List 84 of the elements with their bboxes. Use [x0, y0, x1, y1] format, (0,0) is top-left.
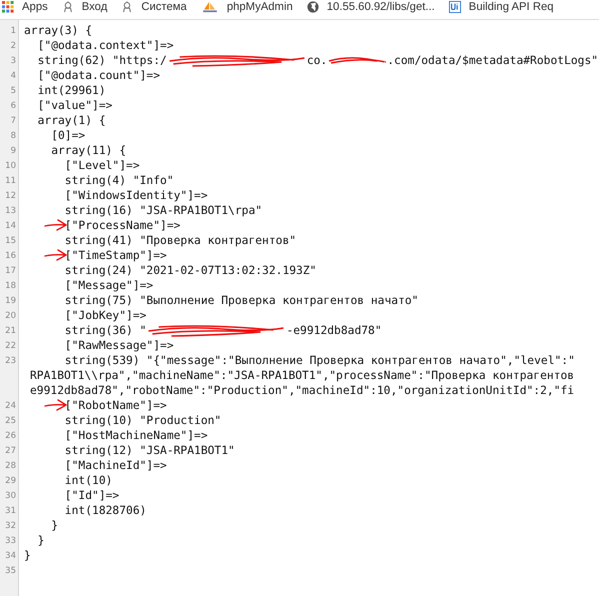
- line-number: 15: [4, 236, 17, 246]
- line-number: 4: [10, 70, 17, 80]
- code-line: ["@odata.count"]=>: [36, 68, 160, 83]
- line-number: 5: [10, 86, 17, 96]
- line-number: 27: [4, 446, 17, 456]
- code-line: string(75) "Выполнение Проверка контрагентов начато": [64, 293, 418, 308]
- line-number: 35: [4, 566, 17, 576]
- line-number: 2: [10, 40, 17, 50]
- bookmark-link[interactable]: Вход: [62, 0, 108, 14]
- code-line: string(24) "2021-02-07T13:02:32.193Z": [64, 263, 316, 278]
- code-line: [0]=>: [50, 128, 86, 143]
- line-number: 25: [4, 416, 17, 426]
- code-line: ["Level"]=>: [64, 158, 140, 173]
- code-line: ["Message"]=>: [64, 278, 154, 293]
- code-line: int(1828706): [64, 503, 146, 518]
- line-number: 32: [4, 520, 17, 530]
- code-line: string(539) "{"message":"Выполнение Проверка контрагентов начато","level":": [64, 353, 575, 368]
- code-line: ["HostMachineName"]=>: [64, 428, 208, 443]
- line-number: 16: [4, 250, 17, 260]
- robot-icon: [62, 1, 74, 13]
- line-number: 13: [4, 206, 17, 216]
- line-number: 23: [4, 356, 17, 366]
- line-number: 20: [4, 310, 17, 320]
- line-number: 28: [4, 460, 17, 470]
- code-line: }: [36, 533, 44, 548]
- code-line: int(10): [64, 473, 112, 488]
- line-number: 19: [4, 296, 17, 306]
- code-line: ["TimeStamp"]=>: [64, 248, 167, 263]
- line-number: 7: [10, 116, 17, 126]
- bookmark-link[interactable]: Building API Req: [448, 0, 554, 14]
- code-line: ["WindowsIdentity"]=>: [64, 188, 208, 203]
- line-number: 34: [4, 550, 17, 560]
- code-line: ["ProcessName"]=>: [64, 218, 180, 233]
- code-text: .com/odata/$metadata#RobotLogs": [387, 53, 598, 68]
- line-number: 31: [4, 506, 17, 516]
- code-line: ["JobKey"]=>: [64, 308, 146, 323]
- code-text: string(36) ": [64, 323, 146, 338]
- bookmark-link[interactable]: Система: [121, 0, 187, 14]
- code-line: array(1) {: [36, 113, 106, 128]
- code-line: ["MachineId"]=>: [64, 458, 167, 473]
- line-number: 29: [4, 476, 17, 486]
- code-line: ["RobotName"]=>: [64, 398, 167, 413]
- code-line: e9912db8ad78","robotName":"Production","machineId":10,"organizationUnitId":2,"fi: [30, 383, 574, 398]
- apps-grid-icon: [2, 1, 14, 13]
- code-line: RPA1BOT1\\rpa","machineName":"JSA-RPA1BOT1","processName":"Проверка контрагентов: [30, 368, 574, 383]
- code-line: array(3) {: [24, 23, 92, 38]
- bookmark-link[interactable]: phpMyAdmin: [200, 0, 293, 14]
- line-number: 10: [4, 160, 17, 170]
- code-line: string(10) "Production": [64, 413, 222, 428]
- code-line: ["@odata.context"]=>: [36, 38, 174, 53]
- code-line: string(4) "Info": [64, 173, 174, 188]
- code-line: ["value"]=>: [36, 98, 112, 113]
- code-line: ["Id"]=>: [64, 488, 120, 503]
- line-number: 14: [4, 220, 17, 230]
- line-number: 1: [10, 26, 17, 36]
- code-line: }: [24, 548, 31, 563]
- line-number: 8: [10, 130, 17, 140]
- line-number: 21: [4, 326, 17, 336]
- code-line: string(16) "JSA-RPA1BOT1\rpa": [64, 203, 262, 218]
- code-line: array(11) {: [50, 143, 126, 158]
- line-number: 33: [4, 536, 17, 546]
- code-line: int(29961): [36, 83, 106, 98]
- bookmark-link[interactable]: 10.55.60.92/libs/get...: [306, 0, 435, 14]
- code-text: -e9912db8ad78": [286, 323, 382, 338]
- line-number: 3: [10, 56, 17, 66]
- line-number: 24: [4, 400, 17, 410]
- code-text: string(62) "https:/: [36, 53, 167, 68]
- line-number: 30: [4, 490, 17, 500]
- robot-icon: [121, 1, 134, 13]
- line-number: 6: [10, 100, 17, 110]
- line-number: 22: [4, 340, 17, 350]
- code-line: ["RawMessage"]=>: [64, 338, 174, 353]
- line-number: 18: [4, 280, 17, 290]
- bookmark-link[interactable]: Apps: [2, 0, 48, 14]
- line-number: 11: [4, 176, 17, 186]
- line-number: 12: [4, 190, 17, 200]
- code-text: co.: [306, 53, 328, 68]
- sails-logo-icon: [200, 1, 219, 13]
- line-number: 26: [4, 430, 17, 440]
- line-number: 17: [4, 266, 17, 276]
- code-line: string(41) "Проверка контрагентов": [64, 233, 296, 248]
- line-number: 9: [10, 146, 17, 156]
- code-line: }: [50, 518, 58, 533]
- code-line: string(12) "JSA-RPA1BOT1": [64, 443, 235, 458]
